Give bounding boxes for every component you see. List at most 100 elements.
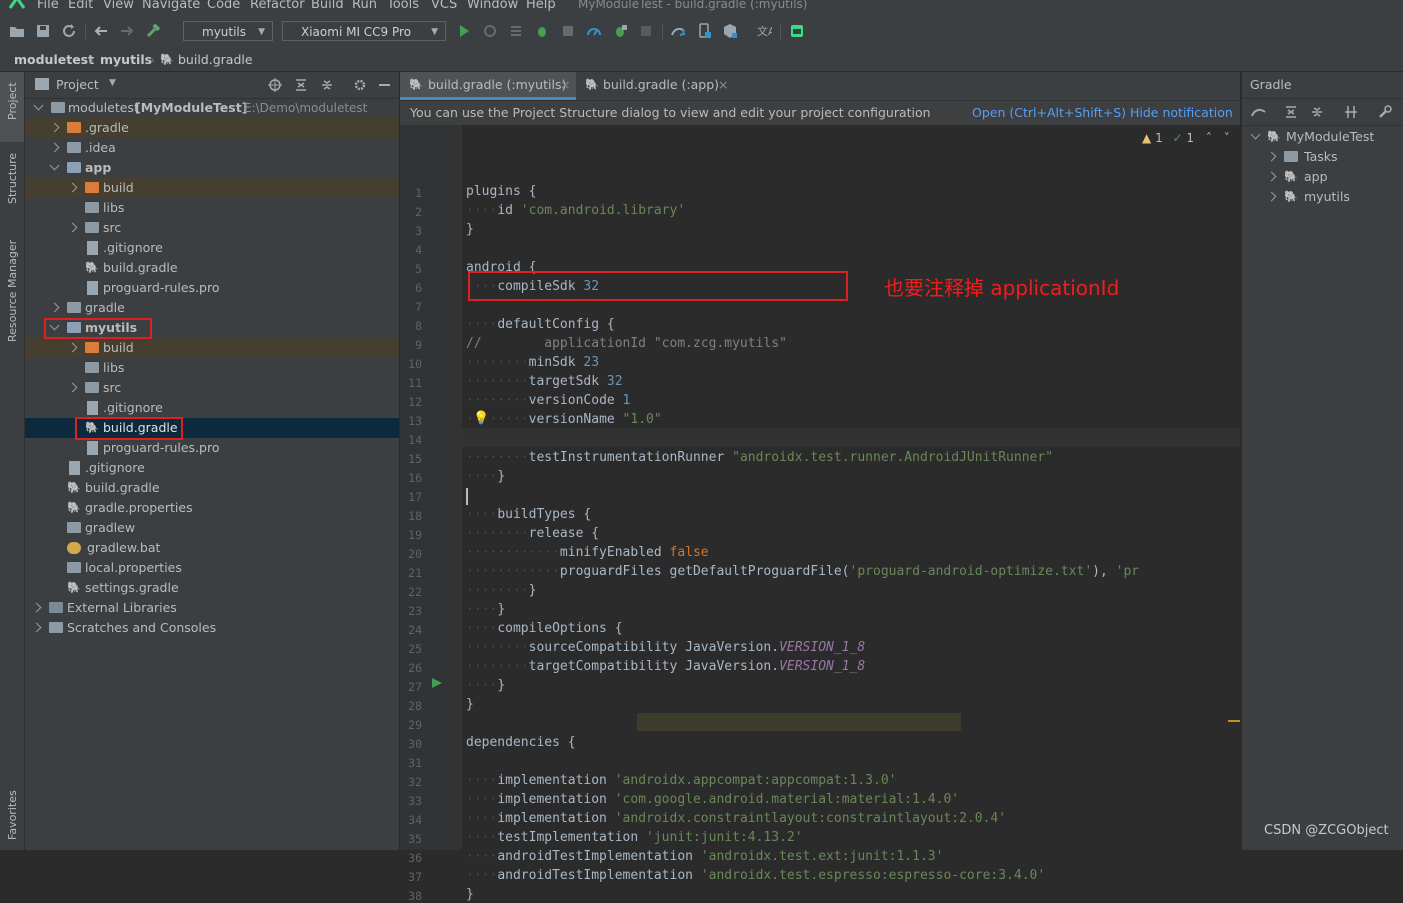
tree-item-root-gitignore[interactable]: .gitignore: [25, 458, 399, 478]
code-line[interactable]: ····id 'com.android.library': [466, 203, 685, 218]
inspection-widget[interactable]: ▲ 1 ✓ 1 ˄ ˅: [1142, 131, 1230, 145]
tree-item-myutils-build[interactable]: build: [25, 338, 399, 358]
menu-view[interactable]: View: [103, 0, 134, 12]
breadcrumb-file[interactable]: build.gradle: [178, 48, 253, 71]
sync-icon[interactable]: [61, 23, 77, 39]
breadcrumb-project[interactable]: moduletest: [14, 48, 94, 71]
code-line[interactable]: ········versionCode 1: [466, 393, 630, 408]
tree-item-app[interactable]: app: [25, 158, 399, 178]
locate-target-icon[interactable]: [268, 78, 282, 92]
code-line[interactable]: ····}: [466, 602, 505, 617]
minimize-icon[interactable]: [379, 84, 390, 86]
next-highlight-icon[interactable]: ˅: [1224, 131, 1230, 145]
code-line[interactable]: ········minSdk 23: [466, 355, 599, 370]
open-project-structure-link[interactable]: Open (Ctrl+Alt+Shift+S): [972, 101, 1126, 125]
gradle-sync-icon[interactable]: [670, 23, 686, 39]
favorites-tool-tab[interactable]: Favorites: [0, 788, 24, 848]
code-line[interactable]: ····androidTestImplementation 'androidx.…: [466, 868, 1045, 883]
code-line[interactable]: ········versionName "1.0": [466, 412, 662, 427]
device-manager-icon[interactable]: [696, 23, 712, 39]
breadcrumb-module[interactable]: myutils: [100, 48, 152, 71]
close-icon[interactable]: ×: [560, 72, 570, 98]
code-line[interactable]: ····implementation 'com.google.android.m…: [466, 792, 959, 807]
tree-item-gradlew[interactable]: gradlew: [25, 518, 399, 538]
tree-item-gradle-properties[interactable]: 🐘 gradle.properties: [25, 498, 399, 518]
tree-item-external-libraries[interactable]: External Libraries: [25, 598, 399, 618]
code-line[interactable]: }: [466, 887, 474, 902]
tab-build-gradle-app[interactable]: 🐘 build.gradle (:app) ×: [576, 72, 736, 100]
attach-debugger-icon[interactable]: [612, 23, 628, 39]
previous-highlight-icon[interactable]: ˄: [1206, 131, 1212, 145]
tree-item-root-build-gradle[interactable]: 🐘 build.gradle: [25, 478, 399, 498]
apply-changes-icon[interactable]: [482, 23, 498, 39]
code-line[interactable]: ····}: [466, 469, 505, 484]
menu-run[interactable]: Run: [352, 0, 377, 12]
tree-item-local-properties[interactable]: local.properties: [25, 558, 399, 578]
gradle-item-myutils[interactable]: 🐘 myutils: [1242, 187, 1403, 207]
structure-tool-tab[interactable]: Structure: [0, 150, 24, 220]
run-icon[interactable]: [456, 23, 472, 39]
tree-item-app-src[interactable]: src: [25, 218, 399, 238]
code-line[interactable]: ········sourceCompatibility JavaVersion.…: [466, 640, 865, 655]
profiler-icon[interactable]: [586, 23, 602, 39]
run-config-dropdown[interactable]: myutils ▼: [183, 21, 273, 41]
expand-all-icon[interactable]: [294, 78, 308, 92]
tree-item-idea[interactable]: .idea: [25, 138, 399, 158]
menu-help[interactable]: Help: [526, 0, 556, 12]
lightbulb-icon[interactable]: 💡: [473, 411, 489, 426]
code-line[interactable]: ········testInstrumentationRunner "andro…: [466, 450, 1053, 465]
tree-item-gradle-dir[interactable]: .gradle: [25, 118, 399, 138]
collapse-all-icon[interactable]: [320, 78, 334, 92]
project-tool-tab[interactable]: Project: [0, 72, 24, 142]
code-line[interactable]: }: [466, 222, 474, 237]
tree-item-scratches[interactable]: Scratches and Consoles: [25, 618, 399, 638]
code-line[interactable]: }: [466, 697, 474, 712]
device-dropdown[interactable]: Xiaomi MI CC9 Pro ▼: [282, 21, 446, 41]
coverage-icon[interactable]: [560, 23, 576, 39]
close-icon[interactable]: ×: [718, 72, 728, 98]
resource-manager-tool-tab[interactable]: Resource Manager: [0, 240, 24, 350]
menu-edit[interactable]: Edit: [68, 0, 93, 12]
tree-item-app-build-gradle[interactable]: 🐘 build.gradle: [25, 258, 399, 278]
gradle-root-item[interactable]: 🐘 MyModuleTest: [1242, 127, 1403, 147]
gradle-item-app[interactable]: 🐘 app: [1242, 167, 1403, 187]
code-line[interactable]: ············minifyEnabled false: [466, 545, 709, 560]
code-line[interactable]: plugins {: [466, 184, 536, 199]
collapse-all-icon[interactable]: [1310, 105, 1324, 119]
code-line[interactable]: ········release {: [466, 526, 599, 541]
menu-build[interactable]: Build: [311, 0, 344, 12]
open-folder-icon[interactable]: [9, 23, 25, 39]
forward-arrow-icon[interactable]: [119, 23, 135, 39]
tree-item-app-proguard[interactable]: proguard-rules.pro: [25, 278, 399, 298]
code-line[interactable]: ········targetSdk 32: [466, 374, 623, 389]
tree-item-app-libs[interactable]: libs: [25, 198, 399, 218]
code-line[interactable]: ····implementation 'androidx.appcompat:a…: [466, 773, 896, 788]
apply-code-changes-icon[interactable]: [508, 23, 524, 39]
menu-vcs[interactable]: VCS: [431, 0, 457, 12]
expand-all-icon[interactable]: [1284, 105, 1298, 119]
project-view-selector[interactable]: Project: [56, 77, 99, 92]
layout-inspector-icon[interactable]: [789, 23, 805, 39]
chevron-down-icon[interactable]: ▼: [109, 78, 116, 88]
code-line[interactable]: ····androidTestImplementation 'androidx.…: [466, 849, 943, 864]
run-gutter-icon[interactable]: [431, 677, 443, 689]
reload-gradle-icon[interactable]: [1251, 105, 1267, 119]
menu-refactor[interactable]: Refactor: [250, 0, 305, 12]
code-line[interactable]: ····implementation 'androidx.constraintl…: [466, 811, 1006, 826]
menu-code[interactable]: Code: [207, 0, 240, 12]
tree-item-gradlew-bat[interactable]: gradlew.bat: [25, 538, 399, 558]
menu-file[interactable]: File: [37, 0, 59, 12]
menu-window[interactable]: Window: [467, 0, 518, 12]
tree-item-myutils-proguard[interactable]: proguard-rules.pro: [25, 438, 399, 458]
tree-item-app-build[interactable]: build: [25, 178, 399, 198]
code-line[interactable]: dependencies {: [466, 735, 576, 750]
menu-tools[interactable]: Tools: [387, 0, 419, 12]
code-line[interactable]: ········targetCompatibility JavaVersion.…: [466, 659, 865, 674]
toggle-offline-icon[interactable]: [1344, 105, 1358, 119]
tree-item-myutils-gitignore[interactable]: .gitignore: [25, 398, 399, 418]
tree-item-myutils-libs[interactable]: libs: [25, 358, 399, 378]
tree-item-app-gitignore[interactable]: .gitignore: [25, 238, 399, 258]
code-line[interactable]: ····defaultConfig {: [466, 317, 615, 332]
tree-item-settings-gradle[interactable]: 🐘 settings.gradle: [25, 578, 399, 598]
code-line[interactable]: ····testImplementation 'junit:junit:4.13…: [466, 830, 803, 845]
